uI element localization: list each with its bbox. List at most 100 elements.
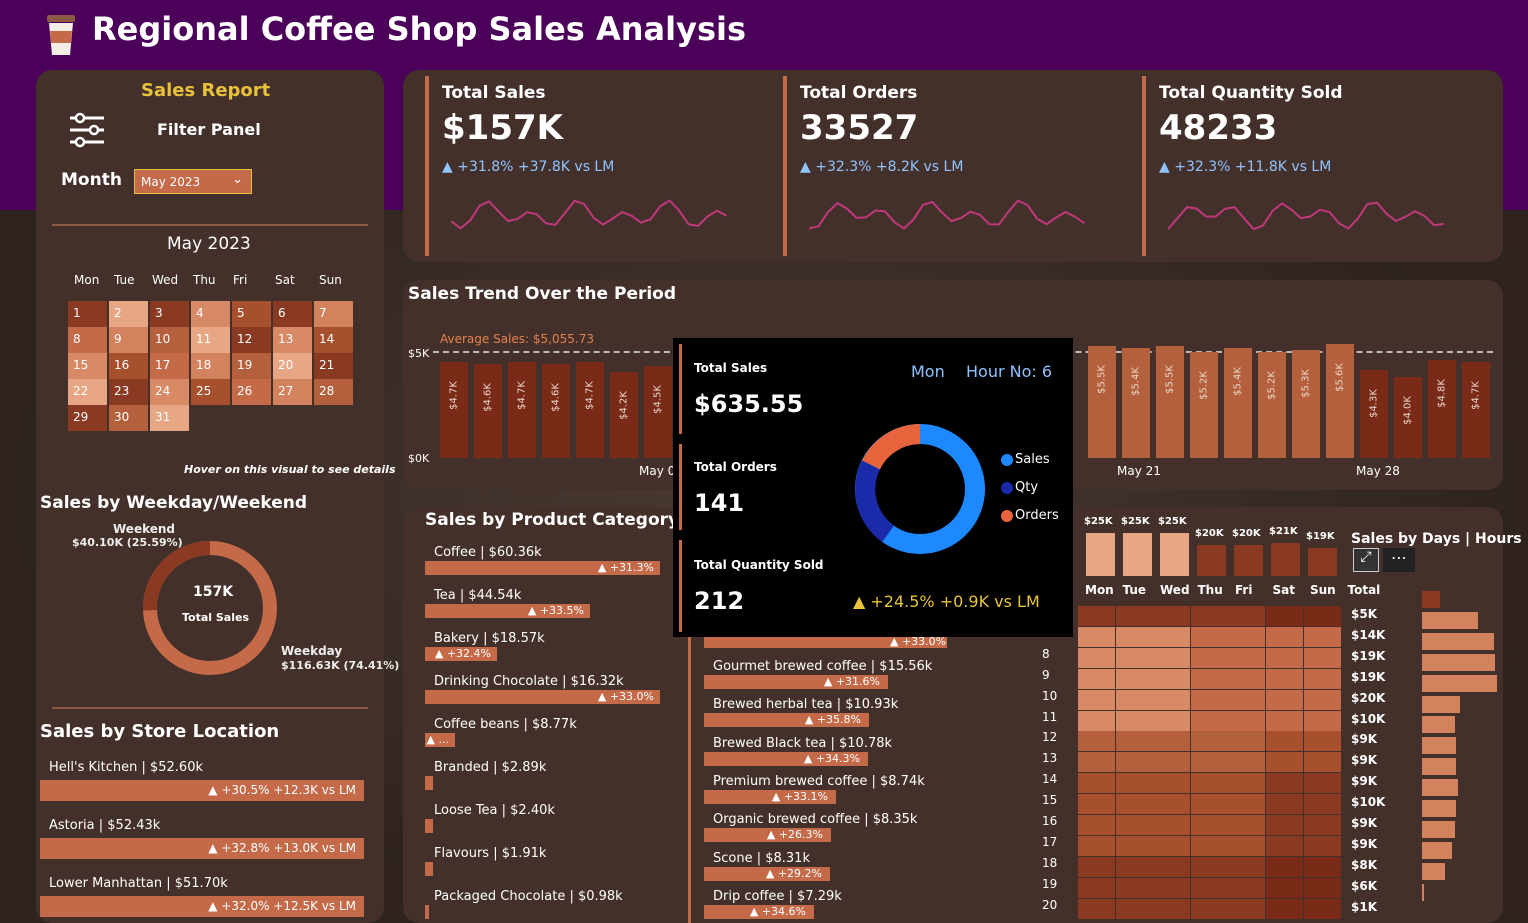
- calendar-day[interactable]: 5: [232, 301, 271, 327]
- heatmap-cell[interactable]: [1303, 731, 1341, 752]
- heatmap-cell[interactable]: [1078, 668, 1115, 689]
- heatmap-cell[interactable]: [1228, 856, 1266, 877]
- heatmap-cell[interactable]: [1266, 689, 1303, 710]
- heatmap-cell[interactable]: [1190, 877, 1228, 898]
- heatmap-cell[interactable]: [1228, 710, 1266, 731]
- heatmap-cell[interactable]: [1228, 731, 1266, 752]
- heatmap-cell[interactable]: [1228, 626, 1266, 647]
- heatmap-cell[interactable]: [1190, 647, 1228, 668]
- heatmap-cell[interactable]: [1153, 835, 1191, 856]
- heatmap-cell[interactable]: [1190, 710, 1228, 731]
- day-total-bar[interactable]: [1160, 533, 1189, 578]
- category-bar[interactable]: [425, 905, 429, 919]
- calendar-day[interactable]: 6: [273, 301, 312, 327]
- heatmap-cell[interactable]: [1228, 898, 1266, 919]
- heatmap-cell[interactable]: [1115, 773, 1153, 794]
- heatmap-cell[interactable]: [1303, 689, 1341, 710]
- heatmap-cell[interactable]: [1190, 898, 1228, 919]
- heatmap-cell[interactable]: [1266, 898, 1303, 919]
- weekday-weekend-donut[interactable]: [136, 534, 284, 682]
- heatmap-cell[interactable]: [1115, 794, 1153, 815]
- heatmap-cell[interactable]: [1153, 898, 1191, 919]
- heatmap-cell[interactable]: [1078, 626, 1115, 647]
- heatmap-cell[interactable]: [1153, 731, 1191, 752]
- row-total-bar[interactable]: [1422, 716, 1455, 734]
- heatmap-cell[interactable]: [1266, 626, 1303, 647]
- heatmap-cell[interactable]: [1266, 815, 1303, 835]
- filter-sliders-icon[interactable]: [68, 112, 106, 148]
- heatmap-cell[interactable]: [1115, 877, 1153, 898]
- heatmap-cell[interactable]: [1228, 647, 1266, 668]
- calendar-day[interactable]: 29: [68, 405, 107, 431]
- heatmap-cell[interactable]: [1078, 835, 1115, 856]
- row-total-bar[interactable]: [1422, 591, 1440, 608]
- heatmap-cell[interactable]: [1153, 856, 1191, 877]
- calendar-day[interactable]: 8: [68, 327, 107, 353]
- heatmap-cell[interactable]: [1266, 877, 1303, 898]
- heatmap-cell[interactable]: [1266, 606, 1303, 626]
- heatmap-cell[interactable]: [1228, 668, 1266, 689]
- heatmap-cell[interactable]: [1303, 626, 1341, 647]
- heatmap-cell[interactable]: [1078, 647, 1115, 668]
- row-total-bar[interactable]: [1422, 820, 1455, 838]
- calendar-day[interactable]: 2: [109, 301, 148, 327]
- day-total-bar[interactable]: [1197, 545, 1226, 578]
- heatmap-cell[interactable]: [1266, 794, 1303, 815]
- heatmap-cell[interactable]: [1115, 898, 1153, 919]
- row-total-bar[interactable]: [1422, 862, 1445, 880]
- heatmap-cell[interactable]: [1190, 606, 1228, 626]
- calendar-day[interactable]: 7: [314, 301, 353, 327]
- day-total-bar[interactable]: [1234, 545, 1263, 578]
- calendar-day[interactable]: 31: [150, 405, 189, 431]
- calendar-day[interactable]: 30: [109, 405, 148, 431]
- month-dropdown[interactable]: May 2023 ⌄: [134, 169, 252, 194]
- heatmap-cell[interactable]: [1115, 606, 1153, 626]
- heatmap-cell[interactable]: [1153, 668, 1191, 689]
- heatmap-cell[interactable]: [1228, 815, 1266, 835]
- heatmap-cell[interactable]: [1153, 606, 1191, 626]
- heatmap-cell[interactable]: [1115, 689, 1153, 710]
- heatmap-cell[interactable]: [1190, 835, 1228, 856]
- row-total-bar[interactable]: [1422, 674, 1497, 692]
- heatmap-cell[interactable]: [1115, 626, 1153, 647]
- row-total-bar[interactable]: [1422, 883, 1424, 901]
- heatmap-cell[interactable]: [1190, 794, 1228, 815]
- row-total-bar[interactable]: [1422, 695, 1460, 713]
- heatmap-cell[interactable]: [1078, 752, 1115, 773]
- heatmap-cell[interactable]: [1190, 856, 1228, 877]
- heatmap-cell[interactable]: [1115, 647, 1153, 668]
- heatmap-cell[interactable]: [1115, 815, 1153, 835]
- heatmap-cell[interactable]: [1115, 835, 1153, 856]
- heatmap-cell[interactable]: [1228, 689, 1266, 710]
- day-total-bar[interactable]: [1086, 533, 1115, 578]
- heatmap-cell[interactable]: [1266, 835, 1303, 856]
- heatmap-cell[interactable]: [1228, 752, 1266, 773]
- heatmap-cell[interactable]: [1303, 856, 1341, 877]
- calendar-day[interactable]: 1: [68, 301, 107, 327]
- calendar-day[interactable]: 26: [232, 379, 271, 405]
- calendar-day[interactable]: 3: [150, 301, 189, 327]
- heatmap-cell[interactable]: [1115, 731, 1153, 752]
- calendar-day[interactable]: 27: [273, 379, 312, 405]
- row-total-bar[interactable]: [1422, 632, 1494, 650]
- calendar-day[interactable]: 10: [150, 327, 189, 353]
- heatmap-cell[interactable]: [1153, 877, 1191, 898]
- heatmap-cell[interactable]: [1303, 877, 1341, 898]
- heatmap-cell[interactable]: [1190, 815, 1228, 835]
- heatmap-cell[interactable]: [1303, 815, 1341, 835]
- heatmap-cell[interactable]: [1303, 794, 1341, 815]
- heatmap-cell[interactable]: [1266, 647, 1303, 668]
- heatmap-cell[interactable]: [1228, 835, 1266, 856]
- heatmap-cell[interactable]: [1078, 731, 1115, 752]
- heatmap-cell[interactable]: [1190, 752, 1228, 773]
- heatmap-cell[interactable]: [1078, 877, 1115, 898]
- heatmap-cell[interactable]: [1303, 606, 1341, 626]
- calendar-day[interactable]: 19: [232, 353, 271, 379]
- calendar-day[interactable]: 25: [191, 379, 230, 405]
- calendar-day[interactable]: 12: [232, 327, 271, 353]
- heatmap-cell[interactable]: [1153, 647, 1191, 668]
- heatmap-cell[interactable]: [1190, 773, 1228, 794]
- heatmap-cell[interactable]: [1303, 773, 1341, 794]
- heatmap-cell[interactable]: [1078, 773, 1115, 794]
- row-total-bar[interactable]: [1422, 653, 1495, 671]
